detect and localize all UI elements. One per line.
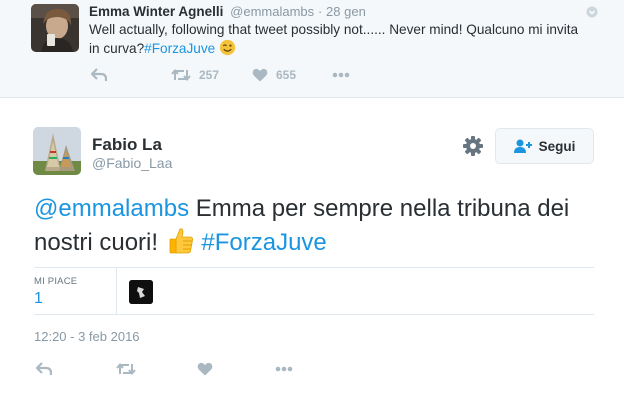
parent-tweet-actions: 257 655 xyxy=(89,66,389,86)
main-author-name[interactable]: Fabio La xyxy=(92,135,162,155)
more-icon xyxy=(275,366,293,372)
parent-author-handle[interactable]: @emmalambs xyxy=(230,4,314,19)
header-separator: · xyxy=(317,4,323,19)
reply-button[interactable] xyxy=(91,66,107,84)
reply-icon xyxy=(36,362,52,375)
mention-link[interactable]: @emmalambs xyxy=(34,195,189,222)
parent-tweet-date[interactable]: 28 gen xyxy=(326,4,366,19)
heart-icon xyxy=(197,362,213,376)
parent-tweet-header: Emma Winter Agnelli @emmalambs · 28 gen xyxy=(89,4,366,19)
reply-icon xyxy=(91,68,107,81)
main-like-button[interactable] xyxy=(197,360,213,378)
main-tweet-actions xyxy=(34,360,334,380)
parent-author-name[interactable]: Emma Winter Agnelli xyxy=(89,4,223,19)
main-retweet-button[interactable] xyxy=(116,360,136,378)
tweet-stats: MI PIACE 1 xyxy=(34,267,594,315)
winking-face-emoji xyxy=(219,39,236,61)
like-count: 655 xyxy=(276,68,297,82)
more-icon xyxy=(332,72,350,78)
main-author-avatar[interactable] xyxy=(33,127,81,175)
main-hashtag-link[interactable]: #ForzaJuve xyxy=(201,229,326,256)
retweet-icon xyxy=(116,362,136,376)
like-button[interactable]: 655 xyxy=(252,66,296,84)
stats-divider xyxy=(116,268,117,314)
caret-down-icon[interactable] xyxy=(586,5,598,18)
gear-icon[interactable] xyxy=(462,135,484,157)
tweet-timestamp[interactable]: 12:20 - 3 feb 2016 xyxy=(34,329,140,344)
retweet-icon xyxy=(171,68,191,82)
main-author-handle[interactable]: @Fabio_Laa xyxy=(92,155,172,171)
main-tweet-text: @emmalambs Emma per sempre nella tribuna… xyxy=(34,192,604,260)
liker-avatar[interactable] xyxy=(129,280,153,304)
retweet-count: 257 xyxy=(199,68,220,82)
retweet-button[interactable]: 257 xyxy=(171,66,219,84)
parent-tweet-text: Well actually, following that tweet poss… xyxy=(89,21,589,61)
parent-author-avatar[interactable] xyxy=(31,4,79,52)
more-button[interactable] xyxy=(332,66,350,84)
follow-button[interactable]: Segui xyxy=(495,128,594,164)
likes-label[interactable]: MI PIACE xyxy=(34,276,77,287)
thumbs-up-emoji xyxy=(165,226,195,256)
follow-button-label: Segui xyxy=(538,138,576,154)
parent-hashtag-link[interactable]: #ForzaJuve xyxy=(144,41,215,56)
heart-icon xyxy=(252,68,268,82)
main-more-button[interactable] xyxy=(275,360,293,378)
likes-count[interactable]: 1 xyxy=(34,290,43,308)
follow-user-icon xyxy=(513,139,532,153)
main-reply-button[interactable] xyxy=(36,360,52,378)
parent-tweet[interactable]: Emma Winter Agnelli @emmalambs · 28 gen … xyxy=(0,0,624,98)
